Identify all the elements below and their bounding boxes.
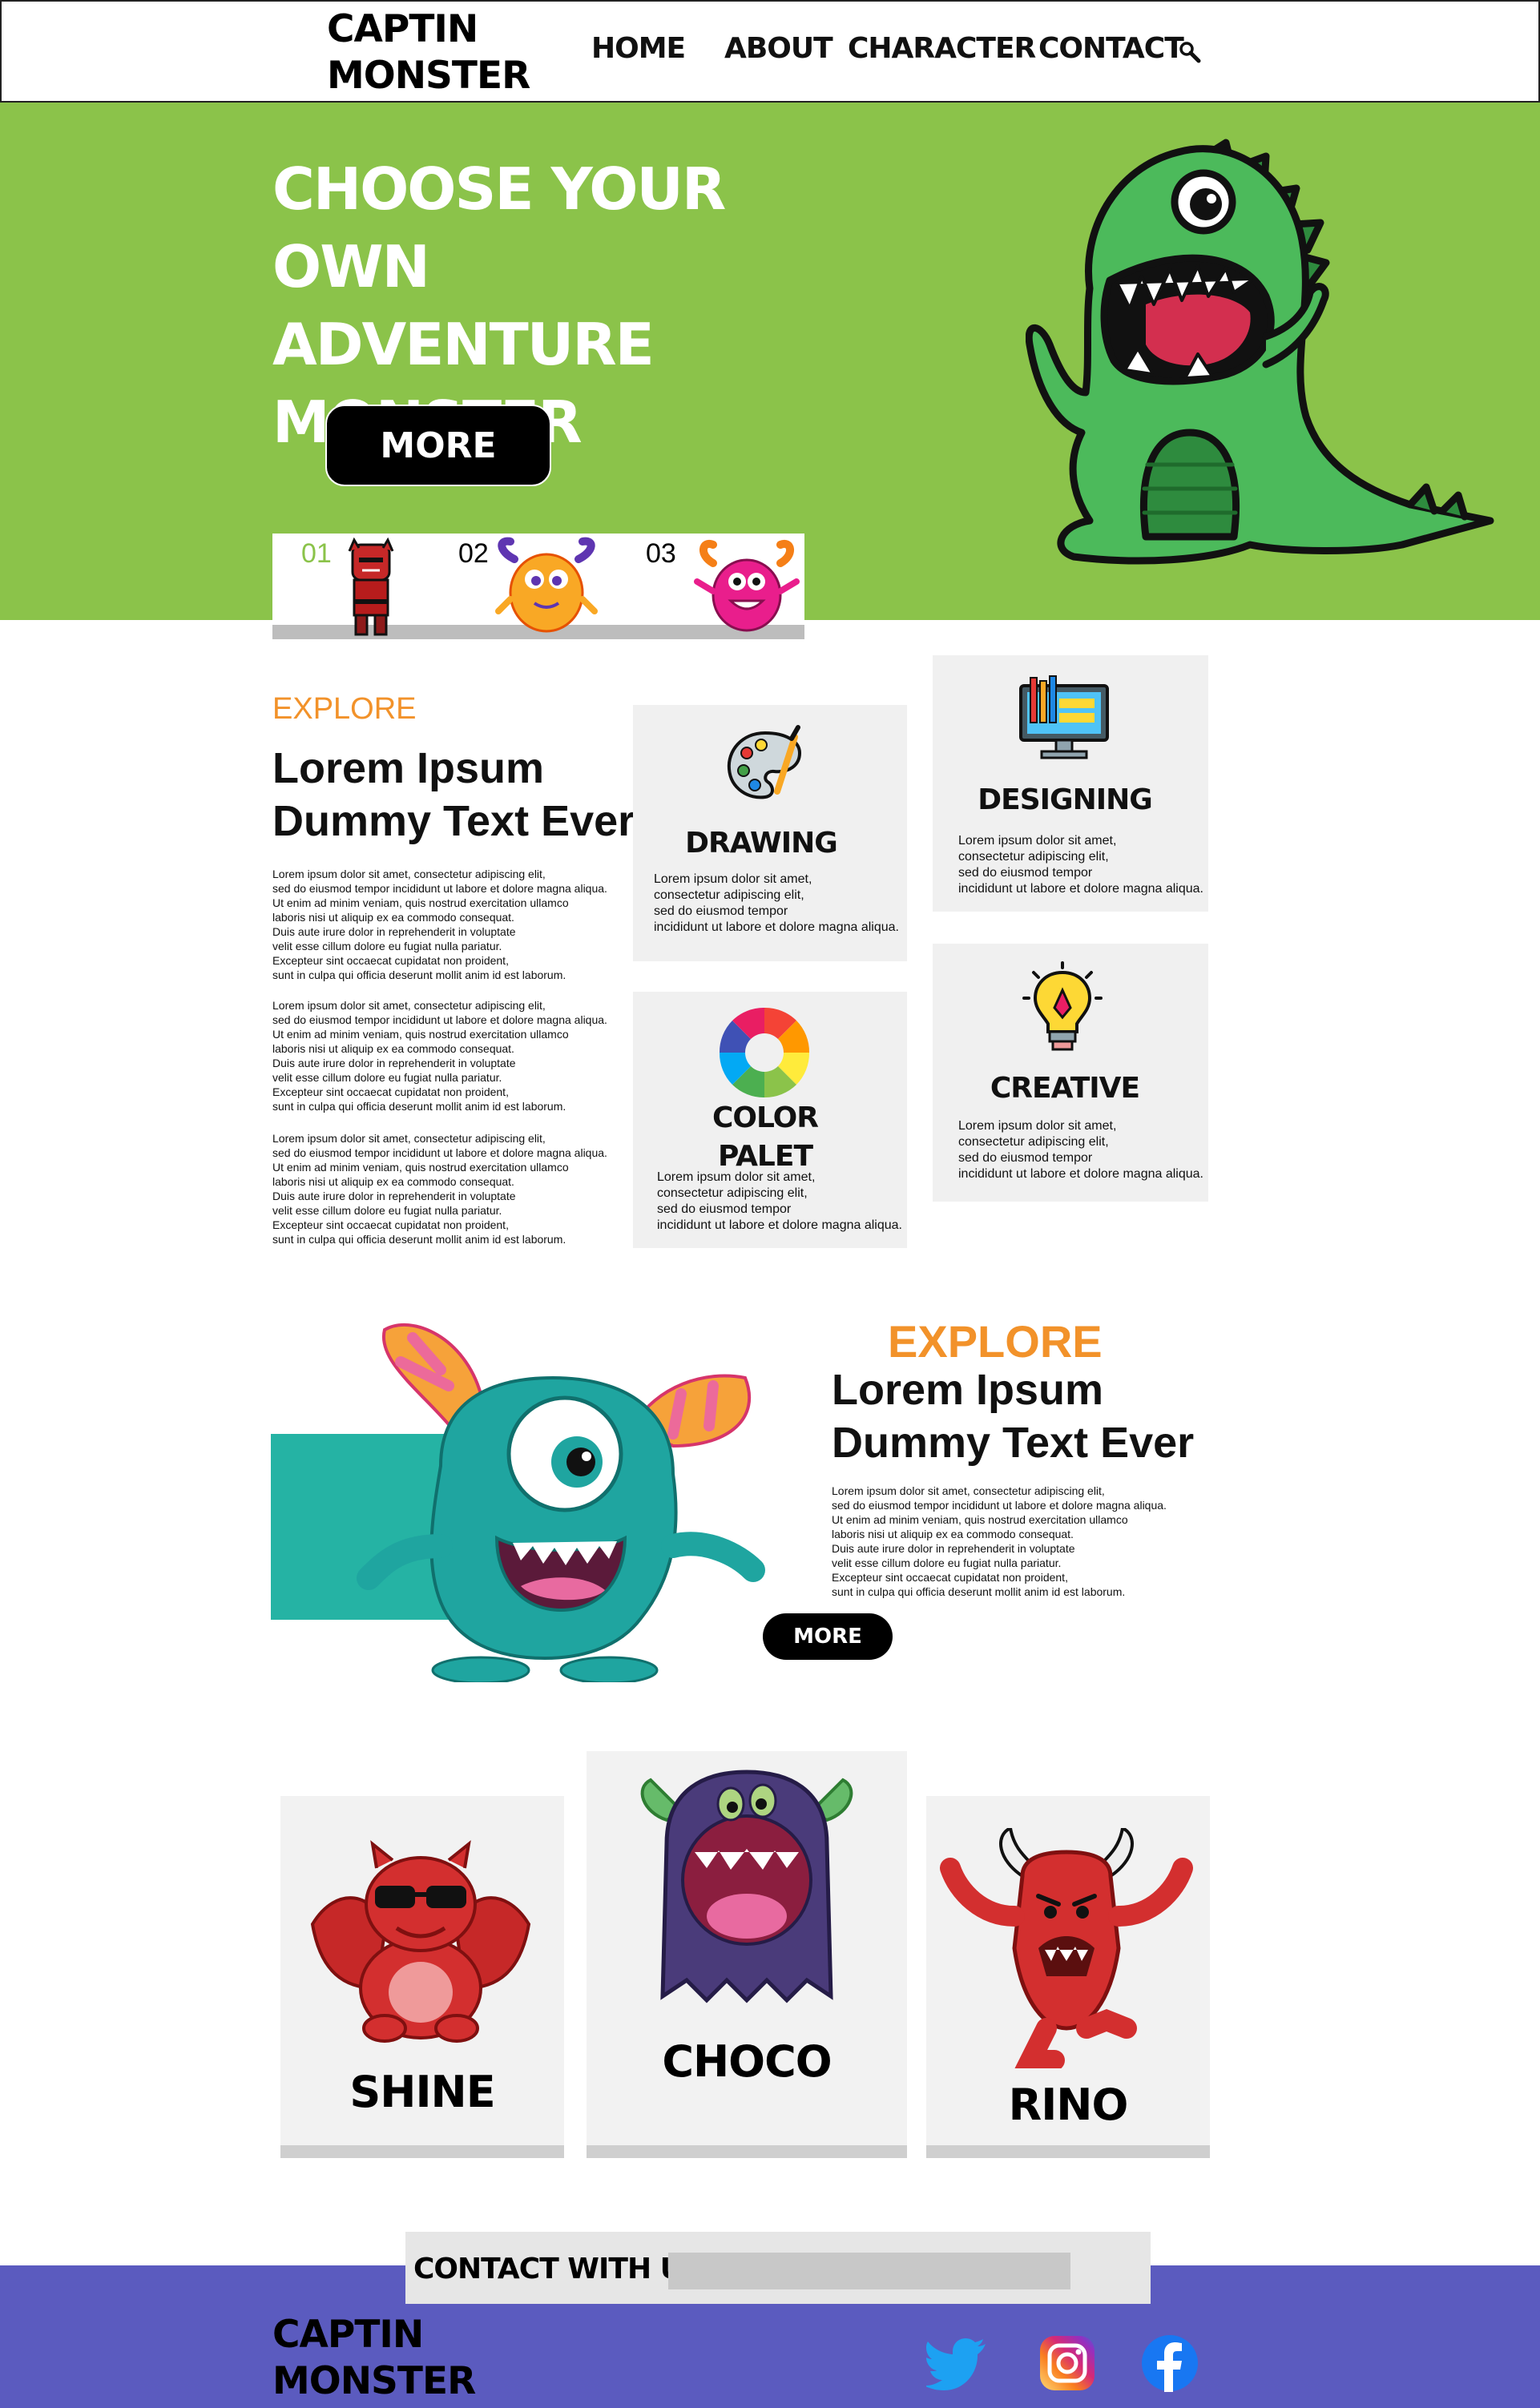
instagram-icon[interactable] — [1038, 2334, 1096, 2392]
nav-character[interactable]: CHARACTER — [848, 32, 1036, 65]
search-icon[interactable] — [1178, 40, 1202, 64]
card-title: DESIGNING — [978, 783, 1153, 816]
monster-name: CHOCO — [662, 2036, 832, 2087]
green-dinosaur-illustration — [1026, 139, 1494, 565]
hero-title-line: OWN ADVENTURE — [272, 233, 655, 378]
red-dragon-illustration — [310, 1840, 531, 2043]
explore-heading-line: Dummy Text Ever — [272, 797, 635, 845]
slide-number-3[interactable]: 03 — [646, 538, 676, 570]
explore2-heading: Lorem Ipsum Dummy Text Ever — [832, 1363, 1194, 1469]
footer-logo-line-2: MONSTER — [272, 2359, 476, 2403]
monitor-design-icon — [1019, 675, 1109, 759]
lightbulb-pen-icon — [1022, 961, 1103, 1051]
hero-more-button[interactable]: MORE — [325, 405, 551, 486]
nav-home[interactable]: HOME — [591, 32, 686, 65]
explore2-heading-line: Lorem Ipsum — [832, 1366, 1104, 1414]
facebook-icon[interactable] — [1141, 2334, 1199, 2392]
logo-line-1: CAPTIN — [327, 7, 478, 51]
card-title: DRAWING — [685, 827, 838, 860]
card-title: CREATIVE — [990, 1072, 1140, 1105]
contact-label: CONTACT WITH US — [413, 2253, 703, 2285]
monster-card-rino[interactable]: RINO — [926, 1796, 1210, 2158]
card-text: Lorem ipsum dolor sit amet, consectetur … — [958, 834, 1203, 896]
purple-monster-illustration — [640, 1770, 853, 2003]
red-horned-monster-illustration — [940, 1828, 1193, 2068]
explore2-paragraph: Lorem ipsum dolor sit amet, consectetur … — [832, 1484, 1167, 1598]
card-title: COLOR PALET — [712, 1101, 819, 1173]
card-text: Lorem ipsum dolor sit amet, consectetur … — [657, 1170, 902, 1232]
color-wheel-icon — [719, 1007, 810, 1098]
explore2-heading-line: Dummy Text Ever — [832, 1419, 1195, 1467]
card-text: Lorem ipsum dolor sit amet, consectetur … — [958, 1119, 1203, 1181]
monster-name: RINO — [1008, 2080, 1129, 2130]
feature-card-creative[interactable]: CREATIVE Lorem ipsum dolor sit amet, con… — [933, 944, 1208, 1202]
contact-input[interactable] — [668, 2253, 1070, 2289]
monster-name: SHINE — [349, 2067, 495, 2117]
slide-number-2[interactable]: 02 — [458, 538, 489, 570]
palette-icon — [727, 725, 802, 799]
teal-cyclops-monster-illustration — [357, 1323, 765, 1682]
slide-number-1[interactable]: 01 — [301, 538, 332, 570]
footer-logo[interactable]: CAPTIN MONSTER — [272, 2312, 476, 2405]
monster-card-choco[interactable]: CHOCO — [587, 1751, 907, 2158]
nav-about[interactable]: ABOUT — [724, 32, 833, 65]
explore-paragraph: Lorem ipsum dolor sit amet, consectetur … — [272, 999, 607, 1113]
monster-card-shine[interactable]: SHINE — [280, 1796, 564, 2158]
explore2-eyebrow: EXPLORE — [888, 1316, 1103, 1367]
footer-logo-line-1: CAPTIN — [272, 2313, 424, 2357]
site-logo[interactable]: CAPTIN MONSTER — [327, 6, 530, 99]
red-devil-thumbnail[interactable] — [343, 537, 399, 639]
feature-card-designing[interactable]: DESIGNING Lorem ipsum dolor sit amet, co… — [933, 655, 1208, 912]
explore2-more-button[interactable]: MORE — [763, 1613, 893, 1660]
card-text: Lorem ipsum dolor sit amet, consectetur … — [654, 872, 899, 934]
hero-title-line: CHOOSE YOUR — [272, 155, 726, 223]
feature-card-color-palet[interactable]: COLOR PALET Lorem ipsum dolor sit amet, … — [633, 992, 907, 1248]
twitter-icon[interactable] — [926, 2338, 987, 2390]
explore-heading: Lorem Ipsum Dummy Text Ever — [272, 742, 635, 848]
orange-monster-thumbnail[interactable] — [490, 535, 603, 639]
feature-card-drawing[interactable]: DRAWING Lorem ipsum dolor sit amet, cons… — [633, 705, 907, 961]
explore-paragraph: Lorem ipsum dolor sit amet, consectetur … — [272, 1132, 607, 1246]
logo-line-2: MONSTER — [327, 54, 530, 98]
explore-eyebrow: EXPLORE — [272, 692, 417, 726]
explore-heading-line: Lorem Ipsum — [272, 744, 545, 792]
nav-contact[interactable]: CONTACT — [1038, 32, 1184, 65]
pink-monster-thumbnail[interactable] — [691, 535, 803, 639]
explore-paragraph: Lorem ipsum dolor sit amet, consectetur … — [272, 868, 607, 981]
